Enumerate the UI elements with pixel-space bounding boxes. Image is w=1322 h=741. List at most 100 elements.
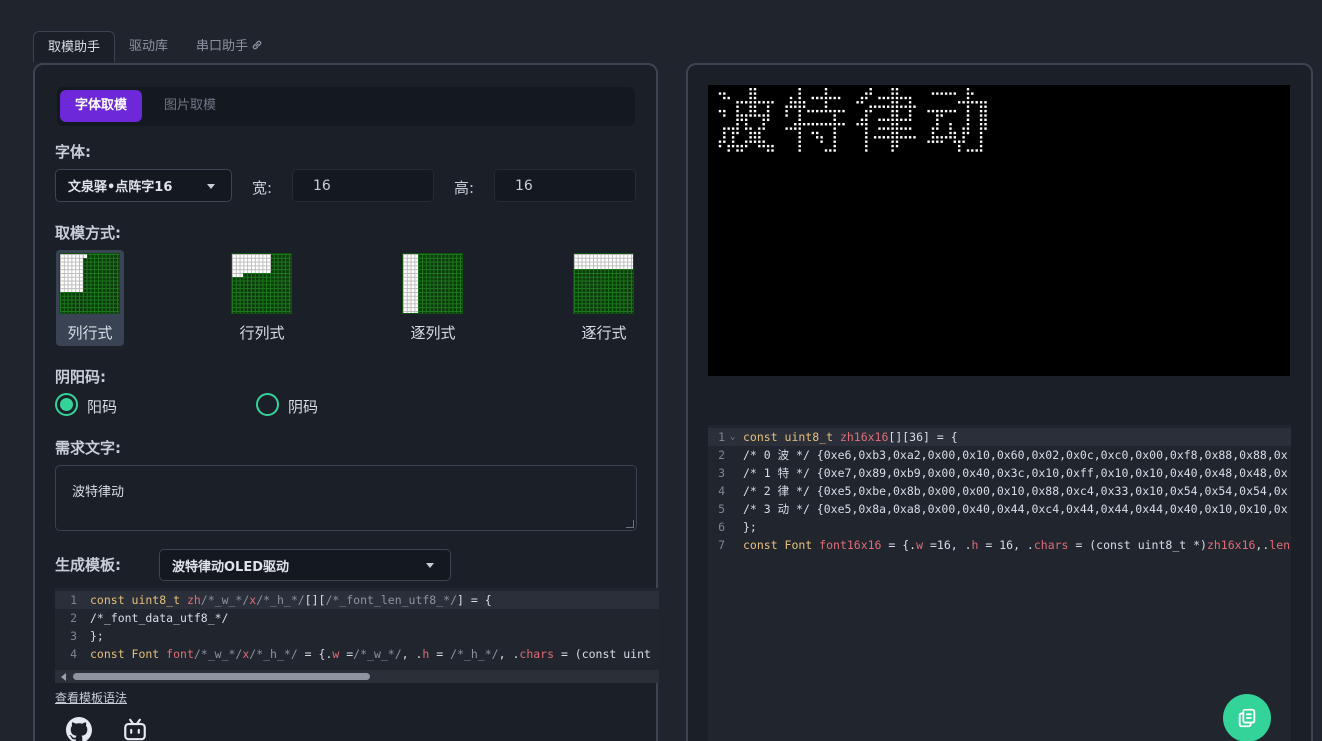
fold-chevron-icon[interactable]: ⌄ (730, 428, 735, 446)
output-code-viewer[interactable]: 1 ⌄ const uint8_t zh16x16[][36] = { 2/* 0 … (708, 425, 1291, 741)
oled-pixel (882, 118, 885, 121)
oled-pixel (979, 114, 983, 117)
oled-pixel (798, 131, 801, 135)
oled-pixel (842, 109, 845, 113)
oled-pixel (829, 149, 832, 152)
height-input[interactable]: 16 (494, 169, 636, 202)
oled-pixel (949, 127, 952, 130)
oled-pixel (753, 109, 757, 113)
oled-pixel (824, 109, 828, 113)
oled-pixel (860, 101, 864, 104)
oled-pixel (794, 105, 797, 108)
oled-pixel (723, 96, 726, 100)
oled-pixel (966, 101, 970, 104)
subtab-font-extract[interactable]: 字体取模 (60, 90, 143, 122)
oled-pixel (979, 144, 983, 148)
oled-pixel (891, 105, 894, 108)
oled-pixel (798, 109, 801, 113)
code-line: 4/* 2 律 */ {0xe5,0xbe,0x8b,0x00,0x00,0x1… (718, 484, 1288, 498)
oled-pixel (949, 136, 952, 139)
oled-pixel (762, 127, 765, 130)
oled-pixel (837, 96, 841, 100)
oled-pixel (753, 131, 757, 135)
oled-preview-text: 波特律动 (712, 89, 716, 90)
scan-mode-row-column[interactable]: 行列式 (228, 250, 296, 346)
oled-pixel (891, 131, 894, 135)
radio-positive[interactable] (55, 393, 78, 416)
radio-negative[interactable] (256, 393, 279, 416)
oled-pixel (811, 109, 814, 113)
template-horizontal-scrollbar[interactable] (55, 670, 659, 683)
oled-pixel (958, 144, 961, 148)
scan-mode-column-row[interactable]: 列行式 (56, 250, 124, 346)
code-text: const uint8_t zh/*_w_*/x/*_h_*/[][/*_fon… (90, 593, 492, 607)
code-line: 6}; (718, 520, 757, 534)
oled-pixel (953, 140, 956, 143)
scan-mode-row[interactable]: 逐行式 (570, 250, 638, 346)
oled-pixel (936, 136, 939, 139)
oled-pixel (758, 144, 761, 148)
oled-pixel (833, 131, 836, 135)
code-line: 2/* 0 波 */ {0xe6,0xb3,0xa2,0x00,0x10,0x6… (718, 448, 1288, 462)
oled-pixel (984, 123, 987, 126)
subtab-image-extract[interactable]: 图片取模 (149, 90, 231, 122)
oled-pixel (766, 114, 770, 117)
oled-pixel (891, 123, 894, 126)
oled-pixel (979, 149, 983, 152)
code-line: 1 ⌄ const uint8_t zh16x16[][36] = { (708, 428, 1291, 446)
oled-pixel (811, 123, 814, 126)
oled-pixel (908, 109, 912, 113)
oled-pixel (749, 140, 752, 143)
bilibili-icon[interactable] (122, 717, 148, 741)
oled-pixel (979, 118, 983, 121)
copy-button[interactable] (1223, 694, 1271, 741)
oled-pixel (887, 136, 890, 139)
template-editor[interactable]: 1 const uint8_t zh/*_w_*/x/*_h_*/[][/*_fo… (55, 588, 659, 670)
link-icon (252, 40, 262, 50)
scroll-left-icon[interactable] (61, 673, 66, 681)
oled-pixel (816, 136, 819, 139)
oled-pixel (895, 131, 899, 135)
oled-pixel (949, 92, 952, 95)
radio-negative-label: 阴码 (288, 398, 319, 416)
oled-pixel (766, 105, 770, 108)
oled-pixel (731, 127, 735, 130)
template-syntax-link[interactable]: 查看模板语法 (55, 689, 127, 706)
oled-pixel (829, 96, 832, 100)
tab-font-tool[interactable]: 取模助手 (33, 31, 116, 62)
oled-pixel (785, 109, 788, 113)
oled-pixel (766, 109, 770, 113)
oled-pixel (762, 118, 765, 121)
width-label: 宽: (252, 179, 273, 197)
scan-mode-label-text: 列行式 (67, 324, 113, 342)
oled-pixel (798, 105, 801, 108)
text-input[interactable]: 波特律动 (55, 465, 637, 531)
oled-pixel (869, 105, 872, 108)
oled-pixel (758, 136, 761, 139)
oled-pixel (953, 136, 956, 139)
oled-pixel (785, 127, 788, 130)
oled-pixel (949, 131, 952, 135)
template-select[interactable]: 波特律动OLED驱动 (159, 549, 451, 581)
oled-pixel (882, 127, 885, 130)
tab-driver-library[interactable]: 驱动库 (115, 31, 182, 62)
oled-pixel (891, 101, 894, 104)
github-icon[interactable] (66, 717, 92, 741)
oled-pixel (979, 127, 983, 130)
oled-pixel (904, 96, 907, 100)
scan-mode-column[interactable]: 逐列式 (399, 250, 467, 346)
scrollbar-thumb[interactable] (73, 673, 370, 680)
oled-pixel (727, 96, 730, 100)
oled-pixel (833, 109, 836, 113)
oled-pixel (824, 149, 828, 152)
oled-pixel (984, 101, 987, 104)
oled-pixel (887, 105, 890, 108)
resize-handle-icon[interactable] (626, 520, 634, 528)
font-select[interactable]: 文泉驿•点阵字16 (55, 169, 232, 202)
tab-serial-assistant[interactable]: 串口助手 (182, 31, 277, 62)
oled-pixel (731, 136, 735, 139)
oled-pixel (966, 131, 970, 135)
width-input[interactable]: 16 (292, 169, 434, 202)
oled-pixel (865, 92, 868, 95)
oled-pixel (949, 109, 952, 113)
